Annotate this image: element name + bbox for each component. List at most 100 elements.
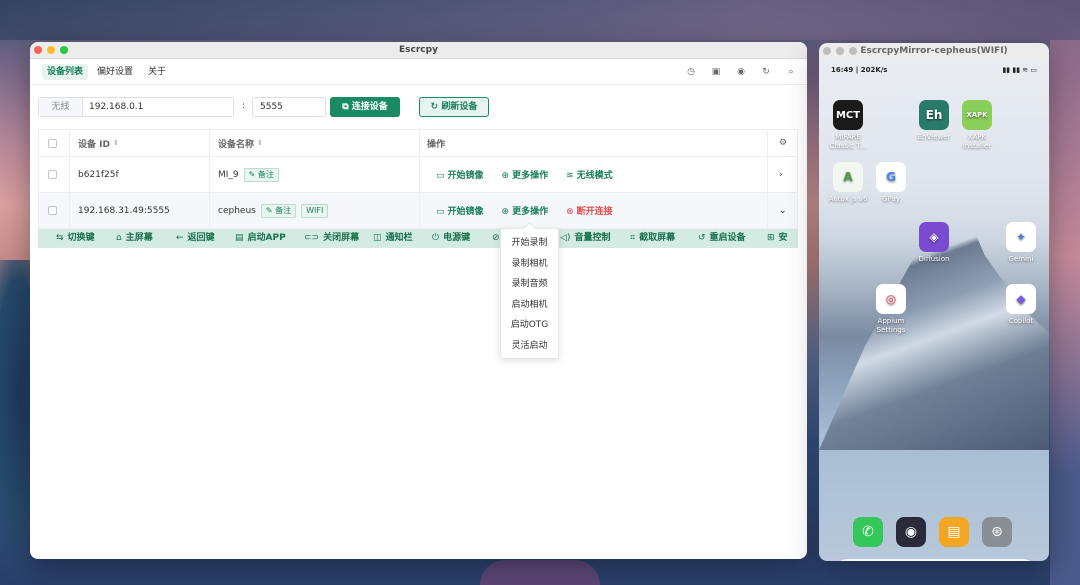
tab-device-list[interactable]: 设备列表 — [42, 64, 89, 80]
home-icon: ⌂ — [116, 233, 122, 243]
menu-item-record-camera[interactable]: 录制相机 — [501, 254, 558, 275]
app-diffusion[interactable]: ◈ Diffusion — [914, 222, 954, 264]
refresh-icon[interactable]: ↻ — [761, 67, 771, 77]
launch-app-button[interactable]: ▤ 启动APP — [235, 229, 286, 248]
app-gpay[interactable]: G GPay — [871, 162, 911, 204]
appium-icon: ◎ — [876, 284, 906, 314]
screen-icon[interactable]: ▣ — [711, 67, 721, 77]
speaker-icon: ◁) — [560, 233, 571, 243]
toggle-icon: ⊂⊃ — [304, 233, 320, 243]
app-appium-settings[interactable]: ◎ Appium Settings — [871, 284, 911, 335]
wireless-mode-button[interactable]: ≋ 无线模式 — [566, 168, 613, 181]
plus-circle-icon: ⊕ — [501, 171, 510, 181]
phone-status-bar: 16:49 | 202K/s ▮▮ ▮▮ ≋ ▭ — [831, 66, 1037, 74]
eye-icon[interactable]: ◉ — [736, 67, 746, 77]
xapk-icon: XAPK — [962, 100, 992, 130]
screenshot-button[interactable]: ⌗ 截取屏幕 — [630, 229, 675, 248]
app-icon: ▤ — [235, 233, 244, 243]
power-button[interactable]: ⏻ 电源键 — [432, 229, 470, 248]
status-time: 16:49 | 202K/s — [831, 66, 888, 74]
note-button[interactable]: ✎ 备注 — [243, 167, 279, 182]
monitor-icon: ▭ — [436, 207, 445, 217]
more-actions-dropdown: 开始录制 录制相机 录制音频 启动相机 启动OTG 灵活启动 — [500, 228, 559, 359]
table-row: b621f25f MI_9 ✎ 备注 ▭ 开始镜像 ⊕ 更多操作 ≋ 无线模式 › — [39, 157, 797, 193]
start-mirror-button[interactable]: ▭ 开始镜像 — [436, 168, 484, 181]
header-device-id[interactable]: 设备 ID ⇕ — [78, 130, 119, 156]
device-id: b621f25f — [78, 169, 119, 180]
main-window: Escrcpy 设备列表 偏好设置 关于 ◷ ▣ ◉ ↻ ⌕ 无线 192.16… — [30, 42, 807, 559]
menu-item-launch-otg[interactable]: 启动OTG — [501, 315, 558, 336]
device-table: 设备 ID ⇕ 设备名称 ⇕ 操作 ⚙ b621f25f MI_9 ✎ 备注 ▭ 开始… — [38, 129, 798, 230]
disconnect-button[interactable]: ⊗ 断开连接 — [566, 204, 613, 217]
header-device-name[interactable]: 设备名称 ⇕ — [218, 130, 263, 156]
plus-circle-icon: ⊕ — [501, 207, 510, 217]
home-button[interactable]: ⌂ 主屏幕 — [116, 229, 153, 248]
app-ehviewer[interactable]: Eh EhViewer — [914, 100, 954, 142]
volume-control-button[interactable]: ◁) 音量控制 — [560, 229, 610, 248]
tab-preferences[interactable]: 偏好设置 — [92, 64, 138, 80]
camera-icon[interactable]: ◉ — [896, 517, 926, 547]
tab-about[interactable]: 关于 — [143, 64, 171, 80]
restart-icon: ↺ — [698, 233, 706, 243]
link-icon: ⧉ — [342, 102, 352, 112]
header-actions: 操作 — [427, 139, 446, 150]
phone-icon[interactable]: ✆ — [853, 517, 883, 547]
app-copilot[interactable]: ◆ Copilot — [1001, 284, 1041, 326]
collapse-chevron-icon[interactable]: ⌄ — [779, 193, 787, 228]
device-name: cepheus — [218, 205, 256, 216]
app-xapk-installer[interactable]: XAPK XAPK Installer — [957, 100, 997, 151]
diffusion-icon: ◈ — [919, 222, 949, 252]
device-name: MI_9 — [218, 169, 239, 180]
mct-icon: MCT — [833, 100, 863, 130]
autoxjs-icon: A — [833, 162, 863, 192]
ip-input[interactable]: 无线 192.168.0.1 — [38, 97, 234, 117]
search-icon[interactable]: ⌕ — [786, 67, 796, 77]
app-gemini[interactable]: ✦ Gemini — [1001, 222, 1041, 264]
ehviewer-icon: Eh — [919, 100, 949, 130]
menu-item-record-audio[interactable]: 录制音频 — [501, 274, 558, 295]
phone-search-bar[interactable]: ⌕ ▲ — [835, 559, 1035, 561]
copilot-icon: ◆ — [1006, 284, 1036, 314]
select-all-checkbox[interactable] — [48, 138, 57, 148]
expand-chevron-icon[interactable]: › — [779, 157, 783, 192]
phone-window-title: EscrcpyMirror-cepheus(WIFI) — [860, 46, 1008, 56]
menu-bar: 设备列表 偏好设置 关于 ◷ ▣ ◉ ↻ ⌕ — [30, 59, 807, 85]
note-button[interactable]: ✎ 备注 — [260, 203, 297, 218]
back-button[interactable]: ← 返回键 — [176, 229, 215, 248]
refresh-devices-button[interactable]: ↻ 刷新设备 — [419, 97, 489, 117]
window-title: Escrcpy — [399, 45, 438, 55]
ip-value: 192.168.0.1 — [89, 102, 144, 112]
row-checkbox[interactable] — [48, 170, 57, 179]
menu-item-start-recording[interactable]: 开始录制 — [501, 233, 558, 254]
notification-icon: ◫ — [373, 233, 382, 243]
wifi-badge: WIFI — [301, 203, 329, 218]
more-actions-button[interactable]: ⊕ 更多操作 — [502, 168, 549, 181]
install-button[interactable]: ⊞ 安 — [767, 229, 788, 248]
more-actions-button[interactable]: ⊕ 更多操作 — [502, 204, 549, 217]
phone-screen[interactable]: 16:49 | 202K/s ▮▮ ▮▮ ≋ ▭ MCT MIFARE Clas… — [819, 60, 1049, 561]
notes-icon[interactable]: ▤ — [939, 517, 969, 547]
settings-icon[interactable]: ⊛ — [982, 517, 1012, 547]
status-icons: ▮▮ ▮▮ ≋ ▭ — [1002, 66, 1037, 74]
power-icon: ⏻ — [432, 233, 440, 243]
history-icon[interactable]: ◷ — [686, 67, 696, 77]
connect-device-button[interactable]: ⧉ 连接设备 — [330, 97, 400, 117]
switch-key-button[interactable]: ⇆ 切换键 — [56, 229, 95, 248]
phone-mirror-window: EscrcpyMirror-cepheus(WIFI) 16:49 | 202K… — [819, 43, 1049, 561]
app-mct[interactable]: MCT MIFARE Classic T... — [828, 100, 868, 151]
column-settings-icon[interactable]: ⚙ — [779, 130, 787, 156]
screen-off-button[interactable]: ⊂⊃ 关闭屏幕 — [304, 229, 359, 248]
crop-icon: ⌗ — [630, 233, 636, 243]
reboot-button[interactable]: ↺ 重启设备 — [698, 229, 746, 248]
app-autoxjs[interactable]: A Autox.js v6 — [828, 162, 868, 204]
table-row: 192.168.31.49:5555 cepheus ✎ 备注 WIFI ▭ 开始… — [39, 193, 797, 229]
start-mirror-button[interactable]: ▭ 开始镜像 — [436, 204, 484, 217]
port-separator: : — [242, 101, 246, 111]
row-checkbox[interactable] — [48, 206, 57, 215]
notification-bar-button[interactable]: ◫ 通知栏 — [373, 229, 413, 248]
port-input[interactable]: 5555 — [252, 97, 326, 117]
circle-icon: ⊘ — [492, 233, 500, 243]
menu-item-launch-camera[interactable]: 启动相机 — [501, 295, 558, 316]
gemini-icon: ✦ — [1006, 222, 1036, 252]
menu-item-flexible-launch[interactable]: 灵活启动 — [501, 336, 558, 357]
